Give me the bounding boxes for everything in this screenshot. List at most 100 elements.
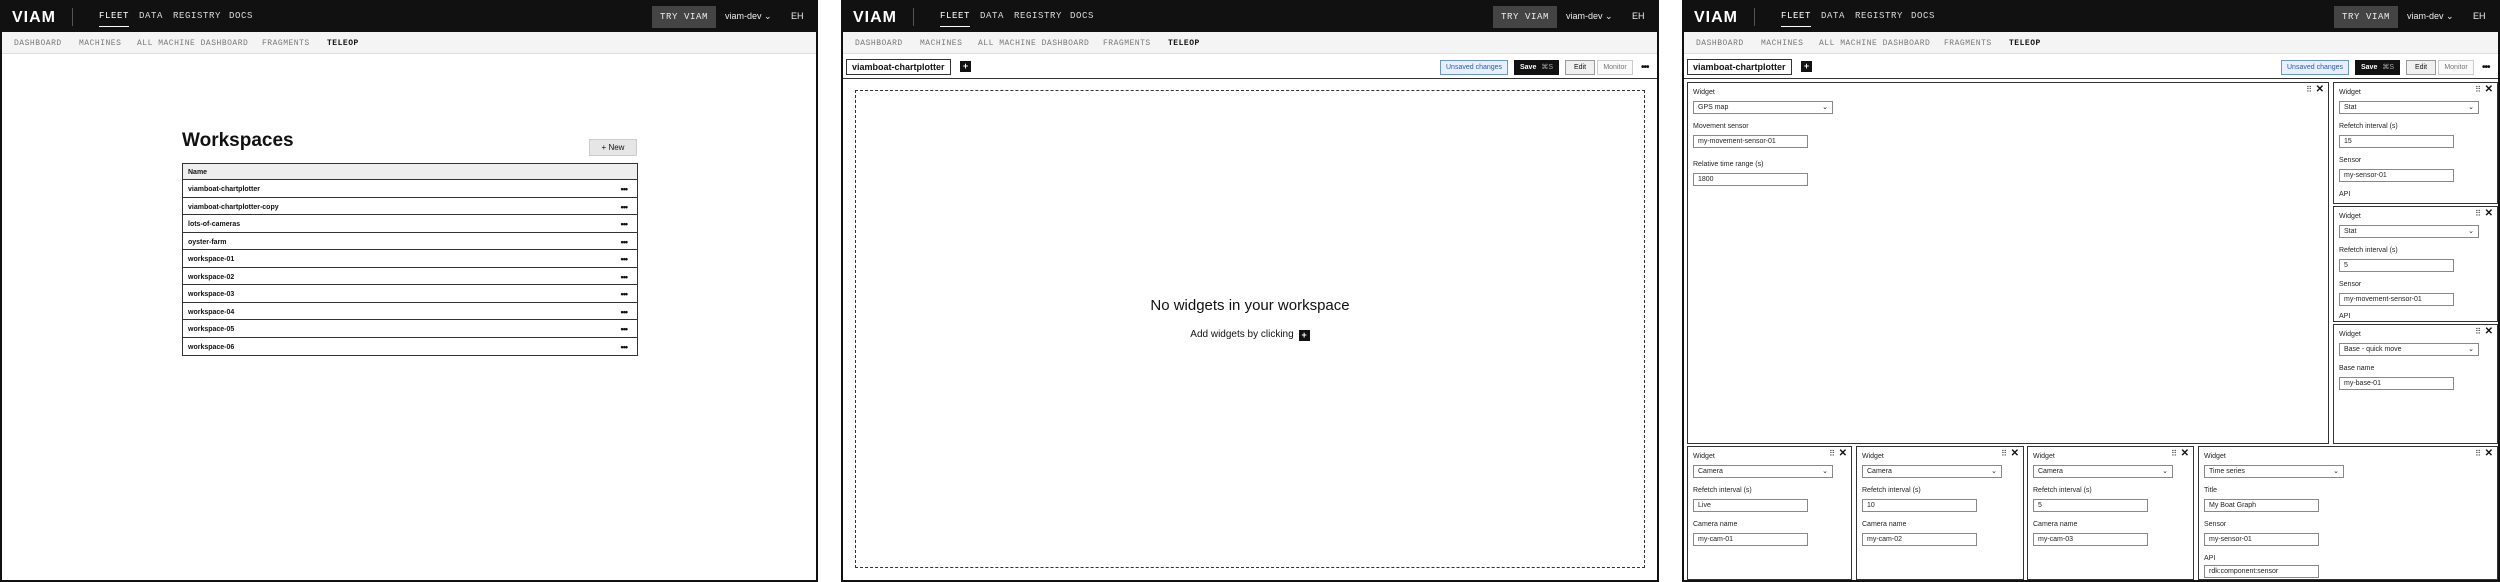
time-series-widget[interactable]: ⠿ ✕ Widget Time series ⌄ Title My Boat Gr… (2198, 446, 2498, 580)
try-viam-button[interactable]: TRY VIAM (1493, 6, 1558, 28)
org-selector[interactable]: viam-dev ⌄ (1566, 11, 1613, 22)
avatar[interactable]: EH (1632, 11, 1645, 21)
workspace-name-input[interactable]: viamboat-chartplotter (1687, 59, 1792, 75)
tab-teleop[interactable]: TELEOP (1168, 39, 1200, 48)
workspace-name[interactable]: viamboat-chartplotter (188, 186, 260, 193)
drag-handle-icon[interactable]: ⠿ (2171, 449, 2177, 458)
close-icon[interactable]: ✕ (2316, 84, 2324, 95)
refetch-interval-input[interactable]: 5 (2339, 259, 2454, 272)
widget-type-select[interactable]: GPS map ⌄ (1693, 101, 1833, 114)
tab-dashboard[interactable]: DASHBOARD (14, 39, 62, 48)
movement-sensor-input[interactable]: my-movement-sensor-01 (1693, 135, 1808, 148)
tab-dashboard[interactable]: DASHBOARD (1696, 39, 1744, 48)
tab-fragments[interactable]: FRAGMENTS (262, 39, 310, 48)
more-options-icon[interactable]: ••• (2482, 62, 2490, 73)
close-icon[interactable]: ✕ (2011, 448, 2019, 459)
refetch-interval-input[interactable]: 10 (1862, 499, 1977, 512)
widget-type-select[interactable]: Stat ⌄ (2339, 101, 2479, 114)
workspace-name[interactable]: workspace-04 (188, 309, 234, 316)
drag-handle-icon[interactable]: ⠿ (2475, 327, 2481, 336)
viam-logo[interactable]: VIAM (12, 9, 56, 27)
add-widget-icon[interactable]: + (960, 61, 971, 72)
tab-all-machine-dashboard[interactable]: ALL MACHINE DASHBOARD (137, 39, 248, 48)
tab-machines[interactable]: MACHINES (920, 39, 962, 48)
org-selector[interactable]: viam-dev ⌄ (725, 11, 772, 22)
more-options-icon[interactable]: ••• (621, 324, 629, 334)
table-row[interactable]: workspace-02 ••• (183, 268, 637, 285)
nav-docs[interactable]: DOCS (1911, 11, 1935, 21)
avatar[interactable]: EH (791, 11, 804, 21)
add-widget-icon[interactable]: + (1298, 330, 1310, 341)
workspace-name[interactable]: lots-of-cameras (188, 221, 240, 228)
refetch-interval-input[interactable]: 5 (2033, 499, 2148, 512)
more-options-icon[interactable]: ••• (621, 237, 629, 247)
tab-teleop[interactable]: TELEOP (2009, 39, 2041, 48)
refetch-interval-input[interactable]: Live (1693, 499, 1808, 512)
tab-fragments[interactable]: FRAGMENTS (1103, 39, 1151, 48)
table-row[interactable]: workspace-01 ••• (183, 250, 637, 268)
workspace-name[interactable]: viamboat-chartplotter-copy (188, 204, 279, 211)
drag-handle-icon[interactable]: ⠿ (2306, 85, 2312, 94)
avatar[interactable]: EH (2473, 11, 2486, 21)
viam-logo[interactable]: VIAM (853, 9, 897, 27)
api-input[interactable]: rdk:component:sensor (2204, 565, 2319, 578)
save-button[interactable]: Save ⌘S (1514, 60, 1560, 75)
sensor-input[interactable]: my-sensor-01 (2204, 533, 2319, 546)
table-row[interactable]: workspace-03 ••• (183, 285, 637, 303)
more-options-icon[interactable]: ••• (621, 219, 629, 229)
sensor-input[interactable]: my-sensor-01 (2339, 169, 2454, 182)
camera-name-input[interactable]: my-cam-02 (1862, 533, 1977, 546)
tab-teleop[interactable]: TELEOP (327, 39, 359, 48)
workspace-name[interactable]: workspace-01 (188, 256, 234, 263)
add-widget-icon[interactable]: + (1801, 61, 1812, 72)
tab-dashboard[interactable]: DASHBOARD (855, 39, 903, 48)
nav-fleet[interactable]: FLEET (1781, 11, 1812, 27)
drag-handle-icon[interactable]: ⠿ (2475, 85, 2481, 94)
drag-handle-icon[interactable]: ⠿ (2475, 209, 2481, 218)
close-icon[interactable]: ✕ (2181, 448, 2189, 459)
edit-button[interactable]: Edit (2406, 60, 2436, 75)
camera-name-input[interactable]: my-cam-01 (1693, 533, 1808, 546)
close-icon[interactable]: ✕ (1839, 448, 1847, 459)
workspace-name-input[interactable]: viamboat-chartplotter (846, 59, 951, 75)
monitor-button[interactable]: Monitor (1597, 60, 1633, 75)
nav-docs[interactable]: DOCS (229, 11, 253, 21)
more-options-icon[interactable]: ••• (621, 254, 629, 264)
table-row[interactable]: oyster-farm ••• (183, 233, 637, 250)
widget-type-select[interactable]: Camera ⌄ (1862, 465, 2002, 478)
workspace-name[interactable]: oyster-farm (188, 239, 227, 246)
base-name-input[interactable]: my-base-01 (2339, 377, 2454, 390)
more-options-icon[interactable]: ••• (621, 289, 629, 299)
table-row[interactable]: viamboat-chartplotter-copy ••• (183, 198, 637, 215)
widget-type-select[interactable]: Base - quick move ⌄ (2339, 343, 2479, 356)
edit-button[interactable]: Edit (1565, 60, 1595, 75)
org-selector[interactable]: viam-dev ⌄ (2407, 11, 2454, 22)
workspace-name[interactable]: workspace-02 (188, 274, 234, 281)
widget-type-select[interactable]: Stat ⌄ (2339, 225, 2479, 238)
camera-widget[interactable]: ⠿ ✕ Widget Camera ⌄ Refetch interval (s) … (2027, 446, 2194, 580)
workspace-name[interactable]: workspace-06 (188, 344, 234, 351)
try-viam-button[interactable]: TRY VIAM (2334, 6, 2399, 28)
drag-handle-icon[interactable]: ⠿ (2001, 449, 2007, 458)
nav-data[interactable]: DATA (980, 11, 1004, 21)
close-icon[interactable]: ✕ (2485, 84, 2493, 95)
widget-type-select[interactable]: Time series ⌄ (2204, 465, 2344, 478)
sensor-input[interactable]: my-movement-sensor-01 (2339, 293, 2454, 306)
gps-map-widget[interactable]: ⠿ ✕ Widget GPS map ⌄ Movement sensor my-m… (1687, 82, 2329, 444)
more-options-icon[interactable]: ••• (621, 307, 629, 317)
tab-machines[interactable]: MACHINES (1761, 39, 1803, 48)
nav-data[interactable]: DATA (1821, 11, 1845, 21)
table-row[interactable]: viamboat-chartplotter ••• (183, 180, 637, 198)
stat-widget[interactable]: ⠿ ✕ Widget Stat ⌄ Refetch interval (s) 5 … (2333, 206, 2498, 322)
close-icon[interactable]: ✕ (2485, 326, 2493, 337)
monitor-button[interactable]: Monitor (2438, 60, 2474, 75)
nav-registry[interactable]: REGISTRY (1014, 11, 1062, 21)
camera-name-input[interactable]: my-cam-03 (2033, 533, 2148, 546)
save-button[interactable]: Save ⌘S (2355, 60, 2401, 75)
table-row[interactable]: lots-of-cameras ••• (183, 215, 637, 233)
tab-all-machine-dashboard[interactable]: ALL MACHINE DASHBOARD (1819, 39, 1930, 48)
widget-type-select[interactable]: Camera ⌄ (1693, 465, 1833, 478)
more-options-icon[interactable]: ••• (621, 202, 629, 212)
nav-registry[interactable]: REGISTRY (173, 11, 221, 21)
try-viam-button[interactable]: TRY VIAM (652, 6, 717, 28)
